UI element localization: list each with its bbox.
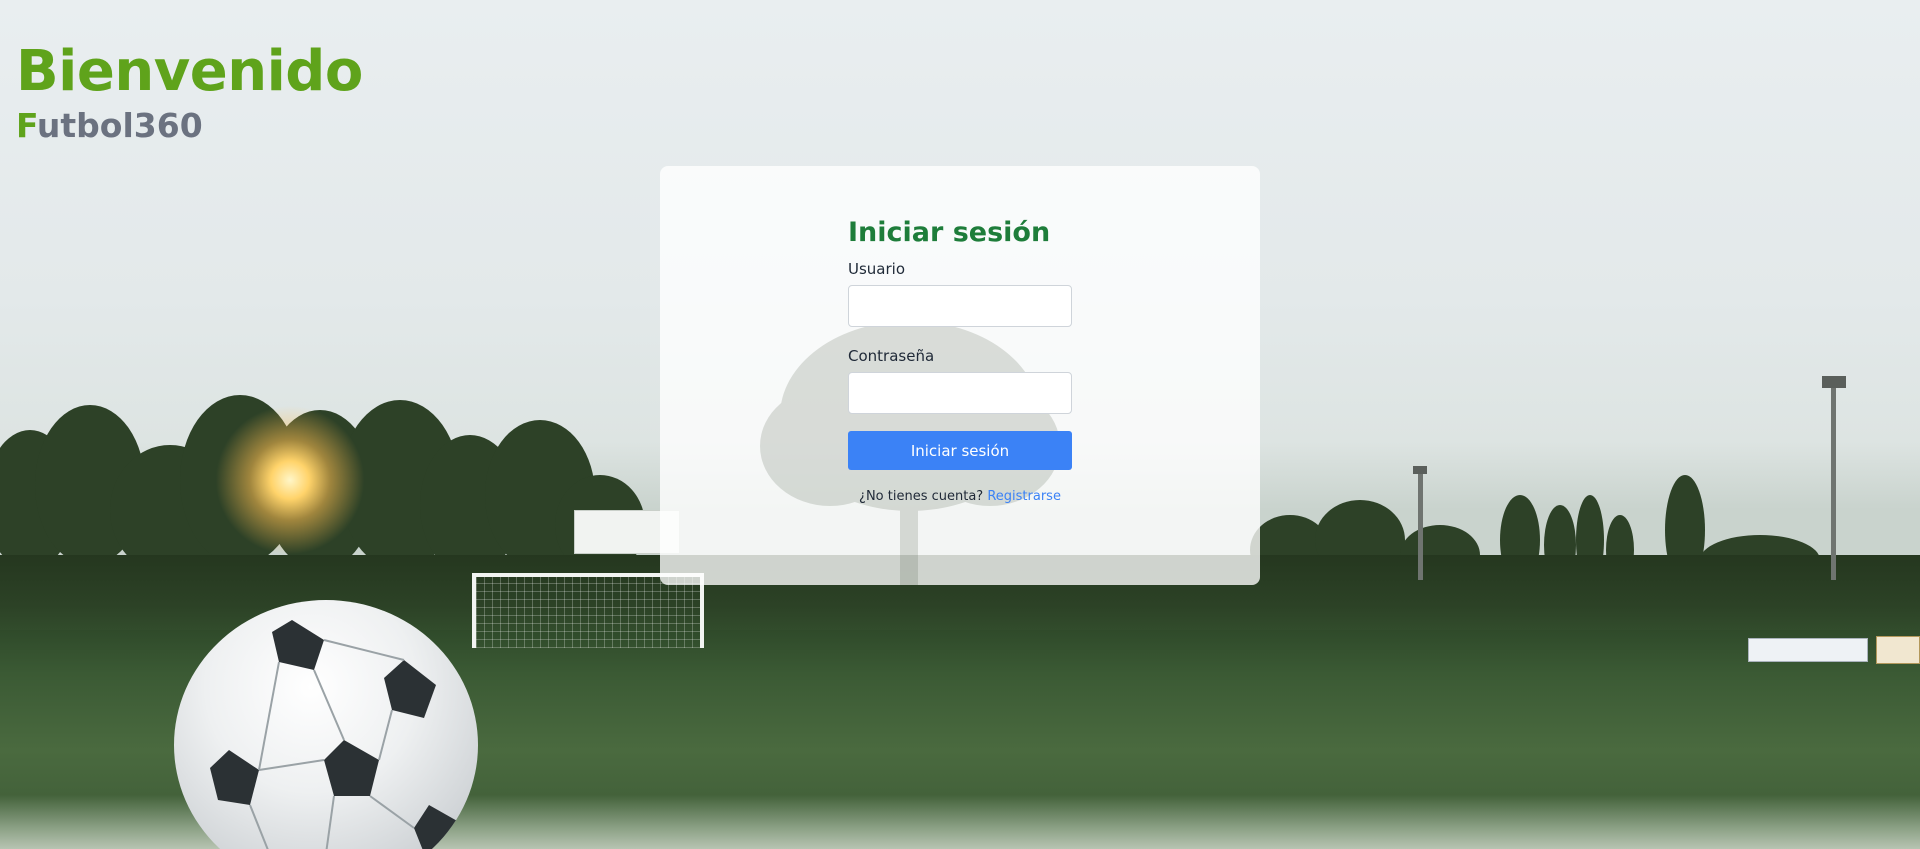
floodlight-lamp <box>1413 466 1427 474</box>
ad-board <box>1748 638 1868 662</box>
floodlight-pole <box>1831 385 1836 580</box>
password-input[interactable] <box>848 372 1072 414</box>
no-account-text: ¿No tienes cuenta? <box>859 489 984 504</box>
brand-initial: F <box>16 106 37 145</box>
soccer-ball-icon <box>174 600 478 849</box>
ad-board <box>1876 636 1920 664</box>
register-link[interactable]: Registrarse <box>987 489 1061 504</box>
welcome-title: Bienvenido <box>16 39 363 104</box>
register-prompt: ¿No tienes cuenta? Registrarse <box>848 488 1072 505</box>
floodlight-lamp <box>1822 376 1846 388</box>
login-form: Iniciar sesión Usuario Contraseña Inicia… <box>848 216 1072 505</box>
password-label: Contraseña <box>848 347 935 365</box>
sun-glow <box>215 405 365 555</box>
floodlight-pole <box>1418 470 1423 580</box>
username-label: Usuario <box>848 260 906 278</box>
login-card: Iniciar sesión Usuario Contraseña Inicia… <box>660 166 1260 585</box>
login-button[interactable]: Iniciar sesión <box>848 431 1072 470</box>
login-heading: Iniciar sesión <box>848 217 1051 248</box>
username-input[interactable] <box>848 285 1072 327</box>
welcome-header: Bienvenido Futbol360 <box>16 36 363 148</box>
brand-rest: utbol360 <box>36 106 203 145</box>
brand-name: Futbol360 <box>16 104 363 148</box>
